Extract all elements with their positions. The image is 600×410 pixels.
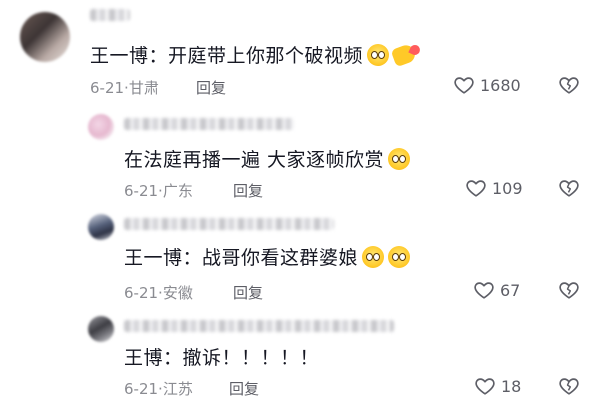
pointing-hand-emoji	[390, 42, 418, 68]
reply-button[interactable]: 回复	[196, 77, 226, 98]
surprised-face-emoji	[388, 246, 411, 268]
reply-button[interactable]: 回复	[233, 180, 263, 201]
broken-heart-icon	[558, 375, 580, 397]
like-count: 1680	[480, 75, 521, 95]
comment-meta: 6-21·甘肃	[90, 79, 159, 97]
slightly-smiling-face-emoji	[367, 44, 390, 66]
username-blurred[interactable]	[90, 9, 130, 21]
broken-heart-icon	[558, 74, 580, 96]
username-blurred[interactable]	[124, 218, 334, 230]
broken-heart-icon	[558, 177, 580, 199]
comment-meta: 6-21·安徽	[124, 284, 193, 302]
dislike-button[interactable]	[558, 375, 580, 397]
like-count: 67	[500, 280, 521, 300]
pleading-face-emoji	[362, 246, 385, 268]
comment-text: 王一博：战哥你看这群婆娘	[124, 246, 411, 270]
avatar[interactable]	[88, 214, 114, 240]
comment-text: 王博：撤诉！！！！！	[124, 347, 320, 369]
sparkle-smile-emoji	[388, 148, 411, 170]
heart-outline-icon	[465, 177, 487, 199]
reply-button[interactable]: 回复	[229, 378, 259, 399]
dislike-button[interactable]	[558, 74, 580, 96]
heart-outline-icon	[453, 74, 475, 96]
broken-heart-icon	[558, 279, 580, 301]
heart-outline-icon	[474, 375, 496, 397]
like-button[interactable]: 1680	[453, 74, 521, 96]
reply-button[interactable]: 回复	[233, 282, 263, 303]
dislike-button[interactable]	[558, 177, 580, 199]
username-blurred[interactable]	[124, 320, 394, 332]
like-button[interactable]: 109	[465, 177, 523, 199]
comment-item: 王一博：开庭带上你那个破视频 6-21·甘肃 回复 1680	[0, 0, 600, 105]
avatar[interactable]	[20, 12, 70, 62]
like-button[interactable]: 18	[474, 375, 521, 397]
comment-text: 王一博：开庭带上你那个破视频	[90, 42, 418, 68]
comment-item: 在法庭再播一遍 大家逐帧欣赏 6-21·广东 回复 109	[0, 108, 600, 208]
comment-item: 王博：撤诉！！！！！ 6-21·江苏 回复 18	[0, 306, 600, 410]
avatar[interactable]	[88, 316, 114, 342]
username-blurred[interactable]	[124, 118, 294, 130]
avatar[interactable]	[88, 114, 114, 140]
comment-text: 在法庭再播一遍 大家逐帧欣赏	[124, 148, 411, 172]
like-count: 109	[492, 178, 523, 198]
like-count: 18	[501, 376, 522, 396]
heart-outline-icon	[473, 279, 495, 301]
dislike-button[interactable]	[558, 279, 580, 301]
comment-item: 王一博：战哥你看这群婆娘 6-21·安徽 回复 67	[0, 206, 600, 306]
like-button[interactable]: 67	[473, 279, 520, 301]
comment-meta: 6-21·广东	[124, 182, 193, 200]
comment-meta: 6-21·江苏	[124, 380, 193, 398]
